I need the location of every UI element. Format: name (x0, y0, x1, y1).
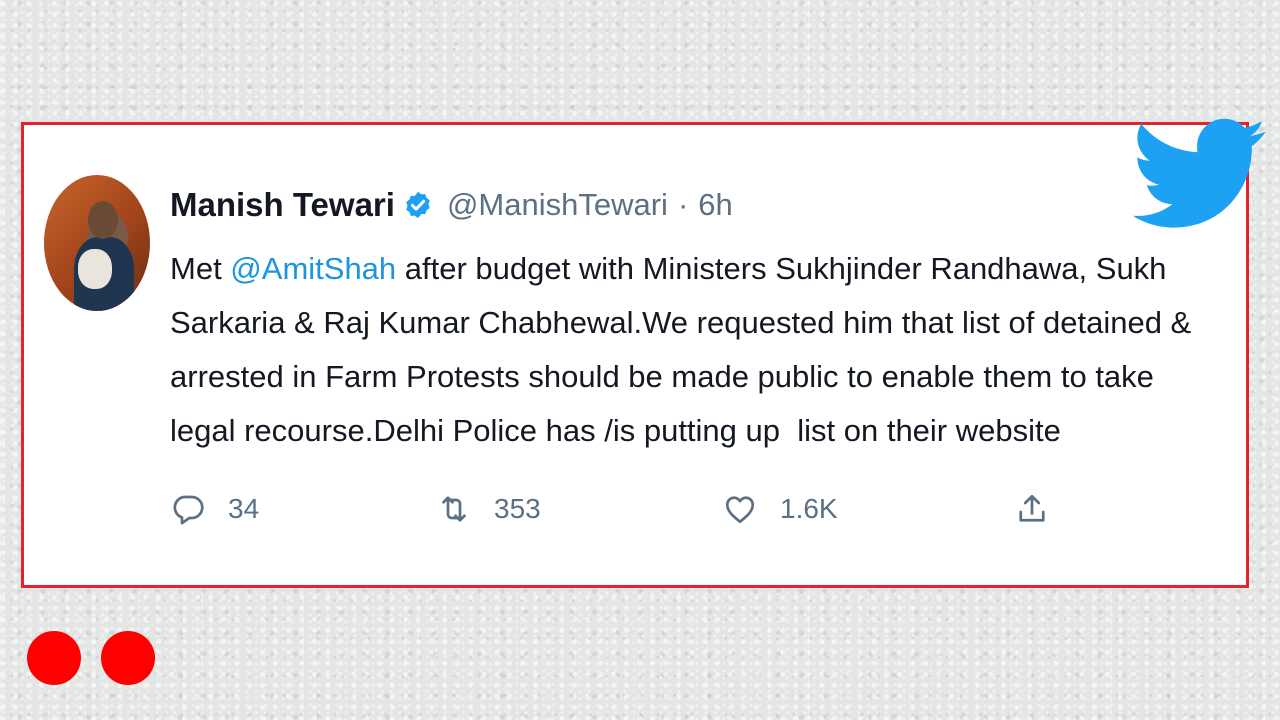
tweet-header: Manish Tewari @ManishTewari · 6h (170, 185, 733, 225)
retweet-button[interactable]: 353 (436, 485, 541, 533)
retweet-count: 353 (494, 493, 541, 524)
tweet-text: Met @AmitShah after budget with Minister… (170, 242, 1230, 458)
avatar-dog (78, 249, 112, 289)
like-count: 1.6K (780, 493, 838, 524)
reply-icon (173, 495, 204, 525)
mention-link[interactable]: @AmitShah (230, 251, 396, 286)
reply-count: 34 (228, 493, 260, 524)
red-dot-decoration (27, 631, 81, 685)
avatar[interactable] (44, 175, 150, 311)
meta-separator: · (677, 187, 689, 222)
red-dot-decoration (101, 631, 155, 685)
author-handle[interactable]: @ManishTewari (447, 187, 668, 223)
share-icon (1019, 494, 1045, 522)
verified-badge-icon (406, 191, 430, 219)
like-button[interactable]: 1.6K (722, 485, 838, 533)
retweet-icon (442, 496, 466, 522)
tweet-card: Manish Tewari @ManishTewari · 6h Met @Am… (21, 122, 1249, 588)
avatar-head (88, 201, 118, 239)
reply-button[interactable]: 34 (170, 485, 259, 533)
tweet-text-start: Met (170, 251, 231, 286)
like-icon (725, 496, 755, 524)
author-name[interactable]: Manish Tewari (170, 186, 395, 224)
twitter-bird-icon (1134, 118, 1266, 228)
tweet-actions: 34 353 1.6K (170, 485, 1070, 533)
tweet-time[interactable]: 6h (698, 187, 732, 223)
share-button[interactable] (1014, 485, 1050, 533)
